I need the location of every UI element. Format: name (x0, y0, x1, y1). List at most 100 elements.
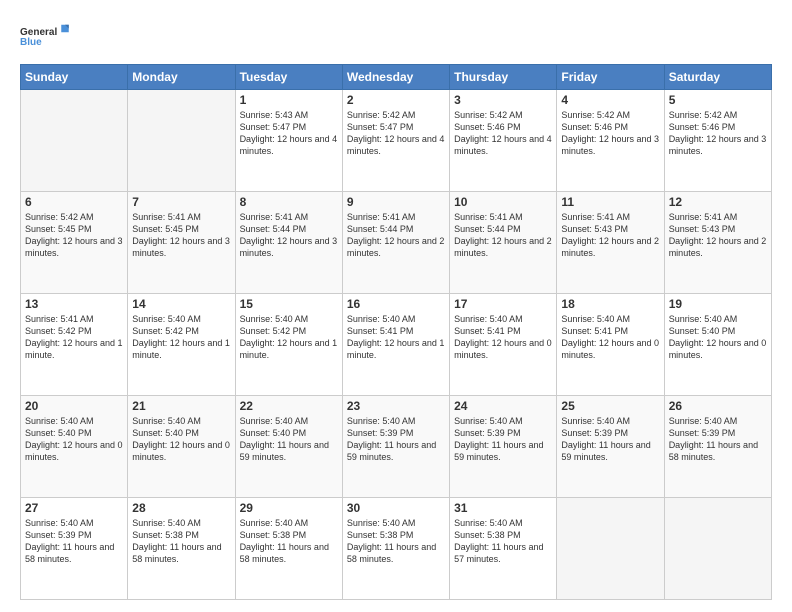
cell-info: Sunrise: 5:42 AMSunset: 5:47 PMDaylight:… (347, 109, 445, 158)
calendar-week-row: 20 Sunrise: 5:40 AMSunset: 5:40 PMDayligh… (21, 396, 772, 498)
day-number: 5 (669, 93, 767, 107)
day-number: 20 (25, 399, 123, 413)
cell-info: Sunrise: 5:40 AMSunset: 5:40 PMDaylight:… (25, 415, 123, 464)
calendar-cell: 27 Sunrise: 5:40 AMSunset: 5:39 PMDayligh… (21, 498, 128, 600)
cell-info: Sunrise: 5:41 AMSunset: 5:44 PMDaylight:… (347, 211, 445, 260)
calendar-cell: 9 Sunrise: 5:41 AMSunset: 5:44 PMDaylight… (342, 192, 449, 294)
cell-info: Sunrise: 5:42 AMSunset: 5:46 PMDaylight:… (454, 109, 552, 158)
calendar-cell: 17 Sunrise: 5:40 AMSunset: 5:41 PMDayligh… (450, 294, 557, 396)
day-number: 10 (454, 195, 552, 209)
calendar-cell: 24 Sunrise: 5:40 AMSunset: 5:39 PMDayligh… (450, 396, 557, 498)
cell-info: Sunrise: 5:40 AMSunset: 5:39 PMDaylight:… (347, 415, 445, 464)
calendar-cell: 10 Sunrise: 5:41 AMSunset: 5:44 PMDayligh… (450, 192, 557, 294)
cell-info: Sunrise: 5:40 AMSunset: 5:41 PMDaylight:… (561, 313, 659, 362)
weekday-wednesday: Wednesday (342, 65, 449, 90)
day-number: 3 (454, 93, 552, 107)
day-number: 7 (132, 195, 230, 209)
calendar-cell: 25 Sunrise: 5:40 AMSunset: 5:39 PMDayligh… (557, 396, 664, 498)
day-number: 29 (240, 501, 338, 515)
cell-info: Sunrise: 5:40 AMSunset: 5:40 PMDaylight:… (240, 415, 338, 464)
svg-text:Blue: Blue (20, 37, 42, 48)
calendar-cell: 12Sunrise: 5:41 AMSunset: 5:43 PMDayligh… (664, 192, 771, 294)
calendar-cell (664, 498, 771, 600)
calendar-cell: 30Sunrise: 5:40 AMSunset: 5:38 PMDayligh… (342, 498, 449, 600)
weekday-friday: Friday (557, 65, 664, 90)
calendar-week-row: 1 Sunrise: 5:43 AMSunset: 5:47 PMDaylight… (21, 90, 772, 192)
cell-info: Sunrise: 5:41 AMSunset: 5:44 PMDaylight:… (240, 211, 338, 260)
weekday-header-row: SundayMondayTuesdayWednesdayThursdayFrid… (21, 65, 772, 90)
day-number: 16 (347, 297, 445, 311)
cell-info: Sunrise: 5:41 AMSunset: 5:45 PMDaylight:… (132, 211, 230, 260)
day-number: 8 (240, 195, 338, 209)
calendar-table: SundayMondayTuesdayWednesdayThursdayFrid… (20, 64, 772, 600)
weekday-monday: Monday (128, 65, 235, 90)
cell-info: Sunrise: 5:40 AMSunset: 5:39 PMDaylight:… (669, 415, 767, 464)
calendar-cell: 7 Sunrise: 5:41 AMSunset: 5:45 PMDaylight… (128, 192, 235, 294)
calendar-cell: 26 Sunrise: 5:40 AMSunset: 5:39 PMDayligh… (664, 396, 771, 498)
calendar-cell: 13 Sunrise: 5:41 AMSunset: 5:42 PMDayligh… (21, 294, 128, 396)
day-number: 23 (347, 399, 445, 413)
day-number: 9 (347, 195, 445, 209)
header: General Blue (20, 16, 772, 56)
cell-info: Sunrise: 5:42 AMSunset: 5:46 PMDaylight:… (669, 109, 767, 158)
calendar-cell: 28Sunrise: 5:40 AMSunset: 5:38 PMDayligh… (128, 498, 235, 600)
calendar-cell: 11Sunrise: 5:41 AMSunset: 5:43 PMDayligh… (557, 192, 664, 294)
cell-info: Sunrise: 5:40 AMSunset: 5:38 PMDaylight:… (132, 517, 230, 566)
day-number: 14 (132, 297, 230, 311)
cell-info: Sunrise: 5:40 AMSunset: 5:41 PMDaylight:… (347, 313, 445, 362)
day-number: 27 (25, 501, 123, 515)
cell-info: Sunrise: 5:40 AMSunset: 5:39 PMDaylight:… (454, 415, 552, 464)
calendar-cell: 21Sunrise: 5:40 AMSunset: 5:40 PMDayligh… (128, 396, 235, 498)
cell-info: Sunrise: 5:41 AMSunset: 5:43 PMDaylight:… (669, 211, 767, 260)
weekday-thursday: Thursday (450, 65, 557, 90)
calendar-cell: 23 Sunrise: 5:40 AMSunset: 5:39 PMDayligh… (342, 396, 449, 498)
calendar-cell: 18Sunrise: 5:40 AMSunset: 5:41 PMDayligh… (557, 294, 664, 396)
cell-info: Sunrise: 5:42 AMSunset: 5:46 PMDaylight:… (561, 109, 659, 158)
calendar-cell: 15Sunrise: 5:40 AMSunset: 5:42 PMDayligh… (235, 294, 342, 396)
cell-info: Sunrise: 5:43 AMSunset: 5:47 PMDaylight:… (240, 109, 338, 158)
calendar-cell: 4 Sunrise: 5:42 AMSunset: 5:46 PMDaylight… (557, 90, 664, 192)
day-number: 30 (347, 501, 445, 515)
cell-info: Sunrise: 5:40 AMSunset: 5:39 PMDaylight:… (25, 517, 123, 566)
calendar-cell: 8 Sunrise: 5:41 AMSunset: 5:44 PMDaylight… (235, 192, 342, 294)
calendar-cell: 22 Sunrise: 5:40 AMSunset: 5:40 PMDayligh… (235, 396, 342, 498)
day-number: 22 (240, 399, 338, 413)
cell-info: Sunrise: 5:40 AMSunset: 5:41 PMDaylight:… (454, 313, 552, 362)
calendar-cell: 1 Sunrise: 5:43 AMSunset: 5:47 PMDaylight… (235, 90, 342, 192)
calendar-cell (21, 90, 128, 192)
calendar-cell: 31 Sunrise: 5:40 AMSunset: 5:38 PMDayligh… (450, 498, 557, 600)
cell-info: Sunrise: 5:40 AMSunset: 5:40 PMDaylight:… (669, 313, 767, 362)
day-number: 11 (561, 195, 659, 209)
day-number: 1 (240, 93, 338, 107)
logo-svg: General Blue (20, 16, 70, 56)
day-number: 4 (561, 93, 659, 107)
svg-text:General: General (20, 27, 57, 38)
calendar-cell (557, 498, 664, 600)
cell-info: Sunrise: 5:40 AMSunset: 5:38 PMDaylight:… (240, 517, 338, 566)
day-number: 26 (669, 399, 767, 413)
calendar-week-row: 27 Sunrise: 5:40 AMSunset: 5:39 PMDayligh… (21, 498, 772, 600)
cell-info: Sunrise: 5:42 AMSunset: 5:45 PMDaylight:… (25, 211, 123, 260)
calendar-cell: 3 Sunrise: 5:42 AMSunset: 5:46 PMDaylight… (450, 90, 557, 192)
day-number: 15 (240, 297, 338, 311)
calendar-week-row: 6 Sunrise: 5:42 AMSunset: 5:45 PMDaylight… (21, 192, 772, 294)
cell-info: Sunrise: 5:41 AMSunset: 5:42 PMDaylight:… (25, 313, 123, 362)
weekday-tuesday: Tuesday (235, 65, 342, 90)
weekday-sunday: Sunday (21, 65, 128, 90)
day-number: 17 (454, 297, 552, 311)
calendar-cell (128, 90, 235, 192)
day-number: 25 (561, 399, 659, 413)
day-number: 31 (454, 501, 552, 515)
cell-info: Sunrise: 5:40 AMSunset: 5:39 PMDaylight:… (561, 415, 659, 464)
calendar-cell: 29 Sunrise: 5:40 AMSunset: 5:38 PMDayligh… (235, 498, 342, 600)
day-number: 19 (669, 297, 767, 311)
cell-info: Sunrise: 5:40 AMSunset: 5:42 PMDaylight:… (132, 313, 230, 362)
calendar-week-row: 13 Sunrise: 5:41 AMSunset: 5:42 PMDayligh… (21, 294, 772, 396)
cell-info: Sunrise: 5:40 AMSunset: 5:38 PMDaylight:… (454, 517, 552, 566)
logo: General Blue (20, 16, 70, 56)
cell-info: Sunrise: 5:41 AMSunset: 5:44 PMDaylight:… (454, 211, 552, 260)
day-number: 6 (25, 195, 123, 209)
day-number: 24 (454, 399, 552, 413)
day-number: 21 (132, 399, 230, 413)
day-number: 13 (25, 297, 123, 311)
